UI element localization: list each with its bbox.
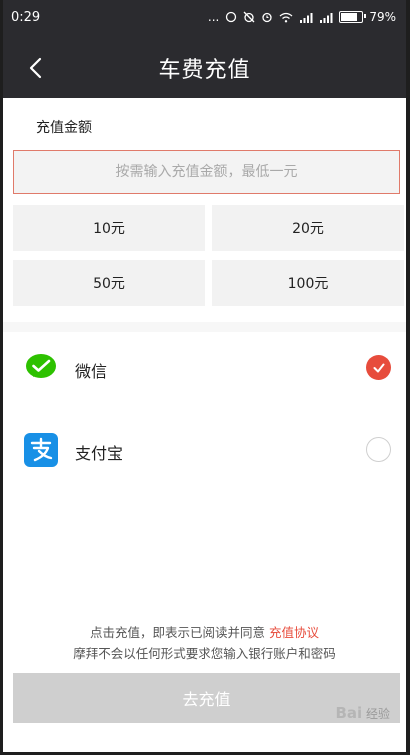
battery-percent: 79% (369, 10, 396, 24)
status-time: 0:29 (11, 10, 41, 25)
section-divider (3, 322, 406, 332)
alarm-off-icon (243, 11, 255, 23)
notification-dots: ... (207, 10, 220, 24)
watermark-logo: Bai (335, 704, 363, 722)
recharge-agreement-link[interactable]: 充值协议 (269, 625, 319, 640)
battery-icon (339, 11, 367, 23)
amount-option-50[interactable]: 50元 (13, 260, 205, 306)
selected-check-icon[interactable] (366, 355, 391, 380)
wifi-icon (279, 12, 293, 22)
payment-method-alipay[interactable]: 支付宝 (3, 420, 406, 480)
status-bar: 0:29 ... 79% (3, 0, 406, 38)
agreement-notice: 点击充值，即表示已阅读并同意 充值协议 (3, 622, 406, 641)
amount-input[interactable] (13, 150, 400, 194)
security-notice: 摩拜不会以任何形式要求您输入银行账户和密码 (73, 646, 336, 661)
payment-method-wechat[interactable]: 微信 (3, 338, 406, 398)
alipay-icon (24, 433, 58, 467)
payment-label-wechat: 微信 (75, 362, 108, 381)
wechat-pay-icon (26, 354, 56, 378)
status-icons: ... 79% (208, 10, 396, 24)
payment-label-alipay: 支付宝 (75, 444, 124, 463)
watermark-sub: 经验 (365, 707, 390, 721)
page-title: 车费充值 (158, 58, 251, 83)
amount-section-label: 充值金额 (36, 120, 92, 136)
sync-icon (226, 11, 237, 23)
app-screen: 0:29 ... 79% 车费充值 充值金额 10元 20元 50元 100元 (3, 0, 406, 752)
signal-icon-2 (320, 12, 333, 23)
watermark: Bai 经验 (335, 704, 390, 722)
signal-icon (300, 12, 313, 23)
amount-option-10[interactable]: 10元 (13, 205, 205, 251)
agreement-notice-text: 点击充值，即表示已阅读并同意 (90, 625, 269, 640)
amount-option-20[interactable]: 20元 (212, 205, 404, 251)
alarm-icon (262, 12, 272, 23)
top-bar: 车费充值 (3, 38, 406, 98)
amount-option-100[interactable]: 100元 (212, 260, 404, 306)
unselected-radio-icon[interactable] (366, 437, 391, 462)
